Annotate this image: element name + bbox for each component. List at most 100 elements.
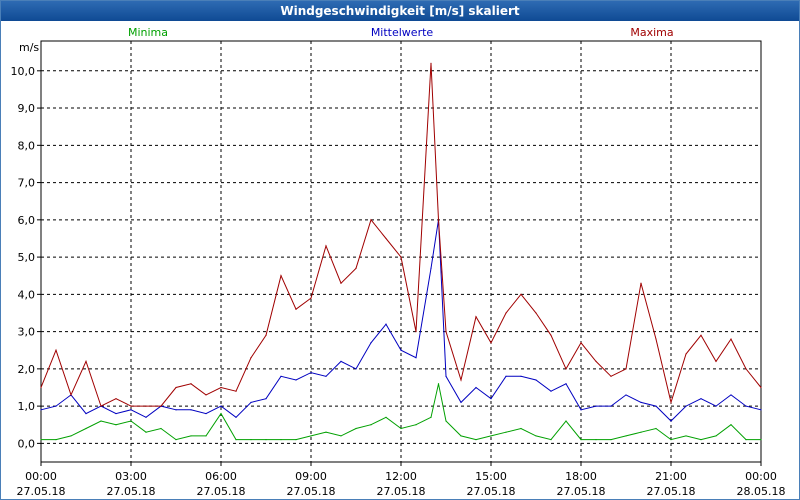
data-point-maxima: [640, 282, 642, 284]
data-point-maxima: [310, 297, 312, 299]
data-point-maxima: [730, 338, 732, 340]
data-point-minima: [700, 439, 702, 441]
data-point-minima: [580, 439, 582, 441]
data-point-minima: [160, 427, 162, 430]
data-point-minima: [235, 439, 237, 441]
data-point-minima: [550, 439, 552, 441]
data-point-minima: [445, 420, 447, 422]
data-point-mittelwerte: [625, 394, 627, 396]
y-tick-label: 6,0: [18, 214, 36, 227]
data-point-minima: [325, 431, 327, 433]
data-point-maxima: [370, 219, 372, 221]
data-point-mittelwerte: [670, 420, 672, 422]
data-point-minima: [640, 431, 642, 433]
data-point-mittelwerte: [745, 405, 747, 407]
data-point-mittelwerte: [325, 375, 327, 377]
data-point-minima: [520, 427, 522, 430]
data-point-maxima: [205, 394, 207, 396]
data-point-maxima: [235, 390, 237, 392]
data-point-mittelwerte: [145, 416, 147, 418]
data-point-minima: [55, 439, 57, 441]
y-tick-label: 8,0: [18, 139, 36, 152]
data-point-mittelwerte: [175, 409, 177, 411]
data-point-maxima: [85, 360, 87, 363]
data-point-mittelwerte: [550, 390, 552, 392]
data-point-maxima: [175, 386, 177, 389]
y-tick-label: 9,0: [18, 102, 36, 115]
chart: 0,0 1,0 2,0 3,0 4,0 5,0 6,0 7,0 8,0 9,0 10,0 00:00…: [11, 26, 786, 498]
data-point-mittelwerte: [250, 401, 252, 403]
data-point-mittelwerte: [460, 401, 462, 403]
data-point-maxima: [265, 334, 267, 336]
data-point-mittelwerte: [205, 412, 207, 415]
data-point-mittelwerte: [535, 379, 537, 381]
data-point-minima: [130, 420, 132, 422]
data-point-maxima: [475, 316, 477, 318]
data-point-minima: [625, 435, 627, 437]
x-tick-time: 03:00: [115, 470, 147, 483]
data-point-mittelwerte: [445, 375, 447, 377]
x-tick-time: 00:00: [745, 470, 777, 483]
data-point-maxima: [340, 282, 342, 284]
x-tick-date: 27.05.18: [467, 485, 516, 498]
legend: Minima Mittelwerte Maxima: [128, 26, 674, 39]
data-point-minima: [760, 439, 762, 441]
data-point-maxima: [700, 334, 702, 336]
data-point-mittelwerte: [640, 401, 642, 403]
data-point-mittelwerte: [730, 394, 732, 396]
data-point-minima: [355, 427, 357, 430]
grid: [41, 41, 761, 462]
data-point-minima: [190, 435, 192, 437]
data-point-mittelwerte: [685, 405, 687, 407]
data-point-minima: [70, 435, 72, 437]
data-point-maxima: [400, 256, 402, 258]
data-point-mittelwerte: [370, 342, 372, 344]
window-title: Windgeschwindigkeit [m/s] skaliert: [1, 1, 799, 21]
legend-minima: Minima: [128, 26, 168, 39]
y-axis-label: m/s: [19, 41, 39, 54]
x-tick-date: 27.05.18: [377, 485, 426, 498]
data-point-mittelwerte: [595, 405, 597, 407]
data-point-minima: [400, 427, 402, 430]
x-tick-date: 27.05.18: [197, 485, 246, 498]
data-point-mittelwerte: [295, 379, 297, 381]
x-tick-date: 27.05.18: [287, 485, 336, 498]
data-point-maxima: [355, 267, 357, 269]
x-tick-time: 15:00: [475, 470, 507, 483]
data-point-mittelwerte: [520, 375, 522, 377]
data-point-mittelwerte: [280, 375, 282, 377]
data-point-minima: [437, 383, 440, 385]
data-point-maxima: [460, 379, 462, 381]
data-point-maxima: [745, 368, 747, 370]
data-point-minima: [460, 435, 462, 437]
data-point-maxima: [445, 331, 447, 333]
data-point-minima: [430, 416, 432, 418]
data-point-minima: [595, 439, 597, 441]
data-point-maxima: [550, 334, 552, 336]
data-point-minima: [40, 439, 42, 441]
data-point-maxima: [565, 368, 567, 370]
data-point-minima: [85, 427, 87, 430]
data-point-maxima: [325, 245, 327, 247]
data-point-minima: [730, 424, 732, 426]
data-point-mittelwerte: [310, 371, 312, 374]
data-point-minima: [100, 420, 102, 422]
data-point-minima: [310, 435, 312, 437]
data-point-maxima: [295, 308, 297, 310]
data-point-maxima: [115, 398, 117, 400]
data-point-mittelwerte: [715, 405, 717, 407]
data-point-mittelwerte: [400, 349, 402, 351]
x-tick-time: 06:00: [205, 470, 237, 483]
data-point-mittelwerte: [610, 405, 612, 407]
data-point-maxima: [250, 357, 252, 359]
data-point-minima: [340, 435, 342, 437]
data-point-maxima: [535, 312, 537, 314]
data-point-maxima: [130, 405, 132, 407]
data-point-maxima: [430, 62, 432, 64]
data-point-minima: [745, 439, 747, 441]
data-point-minima: [715, 435, 717, 437]
data-point-maxima: [595, 360, 597, 363]
data-point-maxima: [685, 353, 687, 355]
data-point-maxima: [145, 405, 147, 407]
x-tick-date: 28.05.18: [737, 485, 786, 498]
